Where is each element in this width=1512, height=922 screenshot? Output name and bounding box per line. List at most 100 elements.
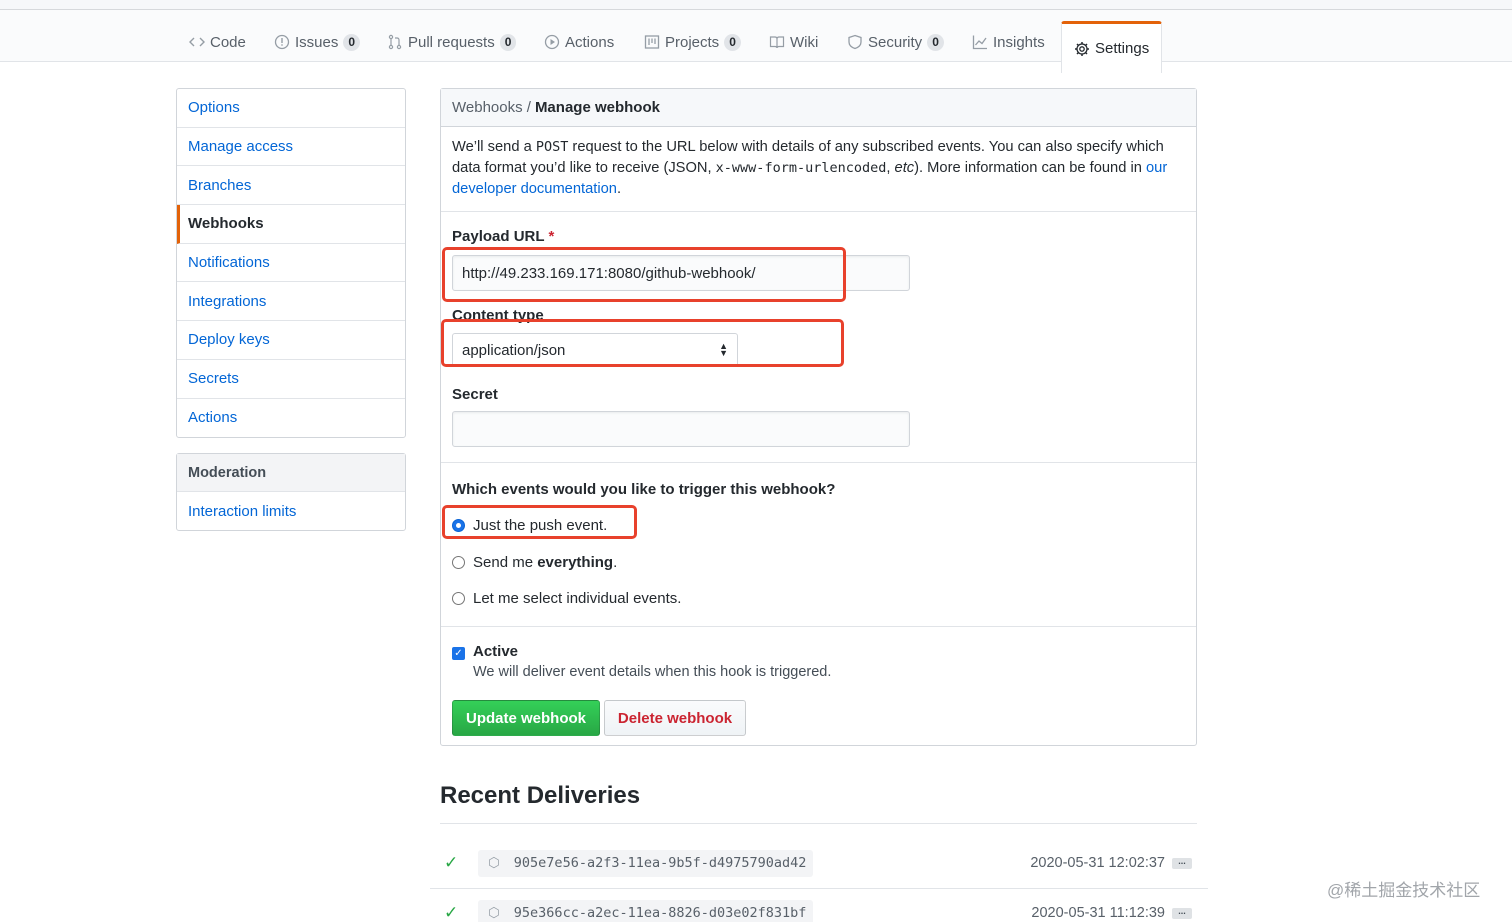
tab-label: Code bbox=[210, 33, 246, 51]
tab-label: Insights bbox=[993, 33, 1045, 51]
radio-button[interactable] bbox=[452, 592, 465, 605]
issue-opened-icon bbox=[274, 34, 290, 50]
check-icon: ✓ bbox=[444, 903, 459, 922]
payload-url-label-text: Payload URL bbox=[452, 228, 545, 245]
active-label: Active bbox=[473, 643, 519, 660]
tab-label: Projects bbox=[665, 33, 720, 51]
check-icon: ✓ bbox=[444, 853, 459, 872]
active-note: We will deliver event details when this … bbox=[473, 664, 832, 680]
active-checkbox[interactable]: ✓ bbox=[452, 647, 465, 660]
tab-issues[interactable]: Issues 0 bbox=[274, 22, 361, 62]
divider bbox=[440, 823, 1197, 824]
security-count: 0 bbox=[927, 33, 944, 51]
sidebar-item-deploy-keys[interactable]: Deploy keys bbox=[177, 321, 405, 360]
delivery-guid-text: 95e366cc-a2ec-11ea-8826-d03e02f831bf bbox=[513, 905, 807, 921]
payload-url-label: Payload URL * bbox=[452, 228, 554, 245]
moderation-heading: Moderation bbox=[177, 454, 405, 492]
radio-everything[interactable]: Send me everything. bbox=[452, 554, 617, 571]
divider bbox=[441, 211, 1196, 212]
delivery-row[interactable]: ✓ ⬡ 95e366cc-a2ec-11ea-8826-d03e02f831bf … bbox=[440, 898, 1197, 922]
divider bbox=[441, 626, 1196, 627]
gear-icon bbox=[1074, 41, 1090, 57]
delete-webhook-button[interactable]: Delete webhook bbox=[604, 700, 746, 736]
breadcrumb: Webhooks / Manage webhook bbox=[441, 89, 1196, 127]
projects-count: 0 bbox=[724, 33, 741, 51]
breadcrumb-parent[interactable]: Webhooks / bbox=[452, 99, 531, 116]
intro-format-code: x-www-form-urlencoded bbox=[715, 160, 887, 176]
breadcrumb-current: Manage webhook bbox=[534, 99, 660, 116]
intro-etc: etc bbox=[894, 160, 915, 176]
tab-settings[interactable]: Settings bbox=[1061, 21, 1163, 73]
radio-label: Send me everything. bbox=[473, 554, 617, 571]
intro-part: , bbox=[886, 160, 895, 176]
book-icon bbox=[769, 34, 785, 50]
tab-insights[interactable]: Insights bbox=[972, 22, 1045, 62]
tab-pull-requests[interactable]: Pull requests 0 bbox=[387, 22, 517, 62]
sidebar-item-interaction-limits[interactable]: Interaction limits bbox=[177, 492, 405, 530]
radio-label-bold: everything bbox=[537, 554, 614, 571]
package-icon: ⬡ bbox=[488, 905, 500, 921]
sidebar-item-webhooks[interactable]: Webhooks bbox=[177, 205, 405, 244]
sidebar-item-secrets[interactable]: Secrets bbox=[177, 360, 405, 399]
kebab-horizontal-icon[interactable]: ... bbox=[1172, 856, 1192, 869]
content-type-select[interactable]: application/json ▲ ▼ bbox=[452, 333, 738, 367]
package-icon: ⬡ bbox=[488, 855, 500, 871]
delivery-guid-text: 905e7e56-a2f3-11ea-9b5f-d4975790ad42 bbox=[513, 855, 807, 871]
code-icon bbox=[189, 34, 205, 50]
play-icon bbox=[544, 34, 560, 50]
tab-security[interactable]: Security 0 bbox=[847, 22, 944, 62]
intro-text: We’ll send a POST request to the URL bel… bbox=[452, 137, 1187, 200]
radio-label-suffix: . bbox=[613, 554, 618, 571]
update-webhook-button[interactable]: Update webhook bbox=[452, 700, 600, 736]
shield-icon bbox=[847, 34, 863, 50]
divider bbox=[441, 462, 1196, 463]
delivery-guid[interactable]: ⬡ 905e7e56-a2f3-11ea-9b5f-d4975790ad42 bbox=[478, 849, 814, 877]
radio-label-prefix: Send me bbox=[473, 554, 538, 571]
radio-label: Let me select individual events. bbox=[473, 590, 682, 607]
git-pull-request-icon bbox=[387, 34, 403, 50]
intro-post-code: POST bbox=[535, 139, 569, 155]
delivery-time: 2020-05-31 11:12:39 bbox=[1031, 905, 1165, 921]
pull-requests-count: 0 bbox=[499, 33, 517, 51]
radio-button-selected[interactable] bbox=[452, 519, 465, 532]
tab-label: Actions bbox=[565, 33, 615, 51]
recent-deliveries-title: Recent Deliveries bbox=[440, 782, 641, 809]
radio-button[interactable] bbox=[452, 556, 465, 569]
intro-part: We’ll send a bbox=[452, 139, 536, 155]
secret-label: Secret bbox=[452, 386, 498, 403]
required-mark: * bbox=[548, 228, 555, 245]
moderation-sidebar: Moderation Interaction limits bbox=[176, 453, 406, 531]
tab-label: Wiki bbox=[790, 33, 819, 51]
watermark: @稀土掘金技术社区 bbox=[1327, 881, 1481, 900]
kebab-horizontal-icon[interactable]: ... bbox=[1172, 906, 1192, 919]
sidebar-item-notifications[interactable]: Notifications bbox=[177, 244, 405, 283]
tab-label: Security bbox=[868, 33, 923, 51]
project-icon bbox=[644, 34, 660, 50]
tab-wiki[interactable]: Wiki bbox=[769, 22, 818, 62]
sidebar-item-manage-access[interactable]: Manage access bbox=[177, 128, 405, 167]
sidebar-item-actions[interactable]: Actions bbox=[177, 399, 405, 438]
select-arrows-icon: ▲ ▼ bbox=[719, 341, 728, 358]
tab-actions[interactable]: Actions bbox=[544, 22, 614, 62]
radio-individual-events[interactable]: Let me select individual events. bbox=[452, 590, 681, 607]
tab-code[interactable]: Code bbox=[189, 22, 246, 62]
content-type-label: Content type bbox=[452, 307, 544, 324]
payload-url-input[interactable]: http://49.233.169.171:8080/github-webhoo… bbox=[452, 255, 910, 291]
delivery-time: 2020-05-31 12:02:37 bbox=[1030, 855, 1165, 871]
events-question: Which events would you like to trigger t… bbox=[452, 481, 836, 498]
settings-sidebar: Options Manage access Branches Webhooks … bbox=[176, 88, 406, 439]
delivery-row[interactable]: ✓ ⬡ 905e7e56-a2f3-11ea-9b5f-d4975790ad42 … bbox=[440, 848, 1197, 878]
content-type-value: application/json bbox=[462, 341, 566, 359]
divider bbox=[430, 888, 1208, 889]
sidebar-item-options[interactable]: Options bbox=[177, 89, 405, 128]
intro-part: . bbox=[616, 181, 622, 197]
sidebar-item-branches[interactable]: Branches bbox=[177, 166, 405, 206]
delivery-guid[interactable]: ⬡ 95e366cc-a2ec-11ea-8826-d03e02f831bf bbox=[478, 899, 814, 922]
secret-input[interactable] bbox=[452, 411, 910, 447]
radio-push-event[interactable]: Just the push event. bbox=[452, 517, 607, 534]
repo-nav: Code Issues 0 Pull requests 0 Actions Pr… bbox=[0, 10, 1512, 73]
sidebar-item-integrations[interactable]: Integrations bbox=[177, 282, 405, 322]
tab-projects[interactable]: Projects 0 bbox=[644, 22, 741, 62]
browser-top-strip bbox=[0, 0, 1512, 10]
intro-part: ). More information can be found in bbox=[914, 160, 1146, 176]
